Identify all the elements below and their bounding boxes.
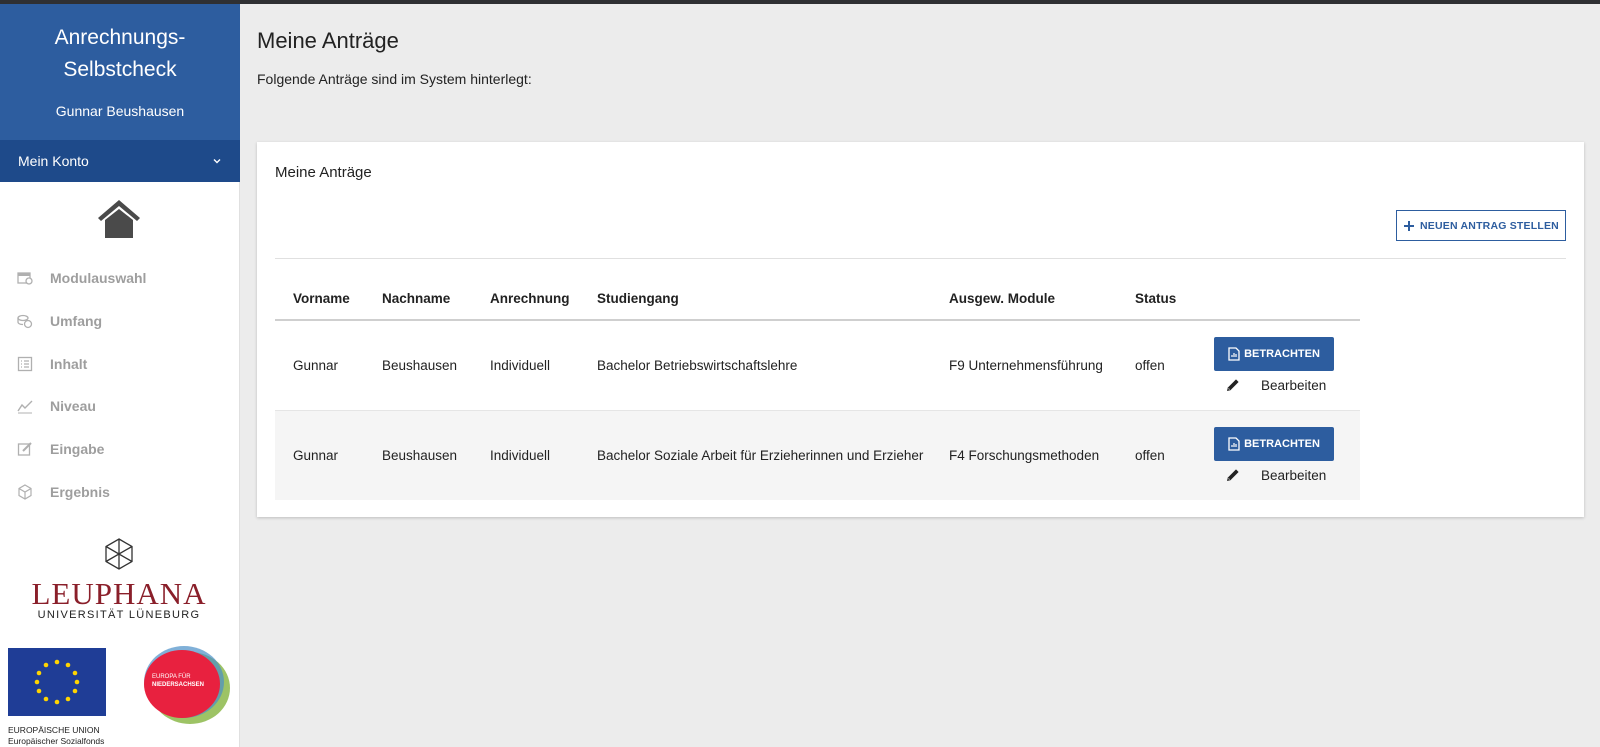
nds-text-line2: NIEDERSACHSEN <box>152 682 204 688</box>
column-header-module[interactable]: Ausgew. Module <box>931 278 1117 320</box>
card-divider <box>275 258 1566 259</box>
eu-flag-icon <box>8 648 106 716</box>
applications-table: Vorname Nachname Anrechnung Studiengang … <box>275 278 1360 500</box>
edit-icon <box>17 442 32 456</box>
nav-label: Ergebnis <box>50 483 110 500</box>
column-header-studiengang[interactable]: Studiengang <box>579 278 931 320</box>
page-title: Meine Anträge <box>257 28 399 53</box>
antraege-card: Meine Anträge NEUEN ANTRAG STELLEN Vorna… <box>257 142 1584 517</box>
cell-studiengang: Bachelor Soziale Arbeit für Erzieherinne… <box>597 447 924 463</box>
cell-studiengang: Bachelor Betriebswirtschaftslehre <box>597 357 798 373</box>
column-header-status[interactable]: Status <box>1117 278 1196 320</box>
home-icon[interactable] <box>96 198 142 240</box>
cell-status: offen <box>1135 357 1165 373</box>
niedersachsen-logo: EUROPA FÜR NIEDERSACHSEN <box>144 646 230 724</box>
view-label: BETRACHTEN <box>1244 348 1320 361</box>
column-header-anrechnung[interactable]: Anrechnung <box>472 278 579 320</box>
cell-status: offen <box>1135 447 1165 463</box>
cube-icon <box>18 484 32 500</box>
table-header-row: Vorname Nachname Anrechnung Studiengang … <box>275 278 1360 320</box>
new-application-button[interactable]: NEUEN ANTRAG STELLEN <box>1396 210 1566 241</box>
card-title: Meine Anträge <box>275 164 372 181</box>
pencil-icon <box>1227 379 1239 392</box>
nav-item-eingabe[interactable]: Eingabe <box>0 428 240 471</box>
cell-module: F4 Forschungsmethoden <box>949 447 1100 463</box>
eu-text-line2: Europäischer Sozialfonds <box>8 736 105 746</box>
view-button[interactable]: BETRACHTEN <box>1214 337 1334 372</box>
cell-vorname: Gunnar <box>293 357 339 373</box>
eu-text-line1: EUROPÄISCHE UNION <box>8 725 100 735</box>
document-icon <box>1228 347 1240 361</box>
user-name: Gunnar Beushausen <box>55 103 185 119</box>
edit-button[interactable]: Bearbeiten <box>1214 377 1326 393</box>
edit-label: Bearbeiten <box>1261 377 1327 393</box>
sidebar-nav: Modulauswahl Umfang Inhalt Niveau Eingab… <box>0 257 240 513</box>
plus-icon <box>1404 220 1415 231</box>
nav-label: Inhalt <box>50 355 88 372</box>
column-header-vorname[interactable]: Vorname <box>275 278 364 320</box>
app-title: Anrechnungs- Selbstcheck <box>10 22 230 86</box>
leuphana-subtitle: UNIVERSITÄT LÜNEBURG <box>37 609 201 621</box>
leuphana-name: LEUPHANA <box>31 576 207 611</box>
coins-icon <box>17 314 33 329</box>
nds-text-line1: EUROPA FÜR <box>152 673 191 680</box>
chart-icon <box>17 400 33 414</box>
nav-item-niveau[interactable]: Niveau <box>0 385 240 428</box>
nav-label: Umfang <box>50 313 103 330</box>
view-label: BETRACHTEN <box>1244 438 1320 451</box>
nav-label: Niveau <box>50 398 96 415</box>
eu-logo: EUROPÄISCHE UNION Europäischer Sozialfon… <box>8 648 108 747</box>
cell-module: F9 Unternehmensführung <box>949 357 1103 373</box>
column-header-actions <box>1196 278 1360 320</box>
edit-label: Bearbeiten <box>1261 467 1327 483</box>
table-row: Gunnar Beushausen Individuell Bachelor B… <box>275 320 1360 410</box>
pencil-icon <box>1227 469 1239 482</box>
cell-vorname: Gunnar <box>293 447 339 463</box>
nav-item-inhalt[interactable]: Inhalt <box>0 342 240 385</box>
module-icon <box>17 272 33 285</box>
view-button[interactable]: BETRACHTEN <box>1214 427 1334 462</box>
document-icon <box>1228 437 1240 451</box>
sidebar-header: Anrechnungs- Selbstcheck Gunnar Beushaus… <box>0 4 240 140</box>
cell-nachname: Beushausen <box>382 357 458 373</box>
leuphana-cube-icon <box>105 538 133 570</box>
account-menu-toggle[interactable]: Mein Konto <box>0 140 240 182</box>
column-header-nachname[interactable]: Nachname <box>364 278 472 320</box>
list-icon <box>17 356 33 371</box>
sidebar: Anrechnungs- Selbstcheck Gunnar Beushaus… <box>0 4 240 747</box>
cell-actions: BETRACHTEN Bearbeiten <box>1196 410 1360 500</box>
cell-anrechnung: Individuell <box>490 357 551 373</box>
new-application-label: NEUEN ANTRAG STELLEN <box>1420 219 1559 232</box>
leuphana-logo: LEUPHANA UNIVERSITÄT LÜNEBURG <box>8 538 230 621</box>
cell-nachname: Beushausen <box>382 447 458 463</box>
cell-anrechnung: Individuell <box>490 447 551 463</box>
nav-item-umfang[interactable]: Umfang <box>0 300 240 343</box>
page-subtitle: Folgende Anträge sind im System hinterle… <box>257 71 532 87</box>
nav-label: Eingabe <box>50 441 105 458</box>
cell-actions: BETRACHTEN Bearbeiten <box>1196 320 1360 410</box>
chevron-down-icon <box>213 159 221 164</box>
nav-item-modulauswahl[interactable]: Modulauswahl <box>0 257 240 300</box>
nav-label: Modulauswahl <box>50 270 147 287</box>
top-bar <box>0 0 1600 4</box>
app-title-line1: Anrechnungs- <box>54 26 186 49</box>
edit-button[interactable]: Bearbeiten <box>1214 467 1326 483</box>
account-label: Mein Konto <box>18 153 89 169</box>
table-row: Gunnar Beushausen Individuell Bachelor S… <box>275 410 1360 500</box>
nav-item-ergebnis[interactable]: Ergebnis <box>0 470 240 513</box>
app-title-line2: Selbstcheck <box>63 58 177 81</box>
